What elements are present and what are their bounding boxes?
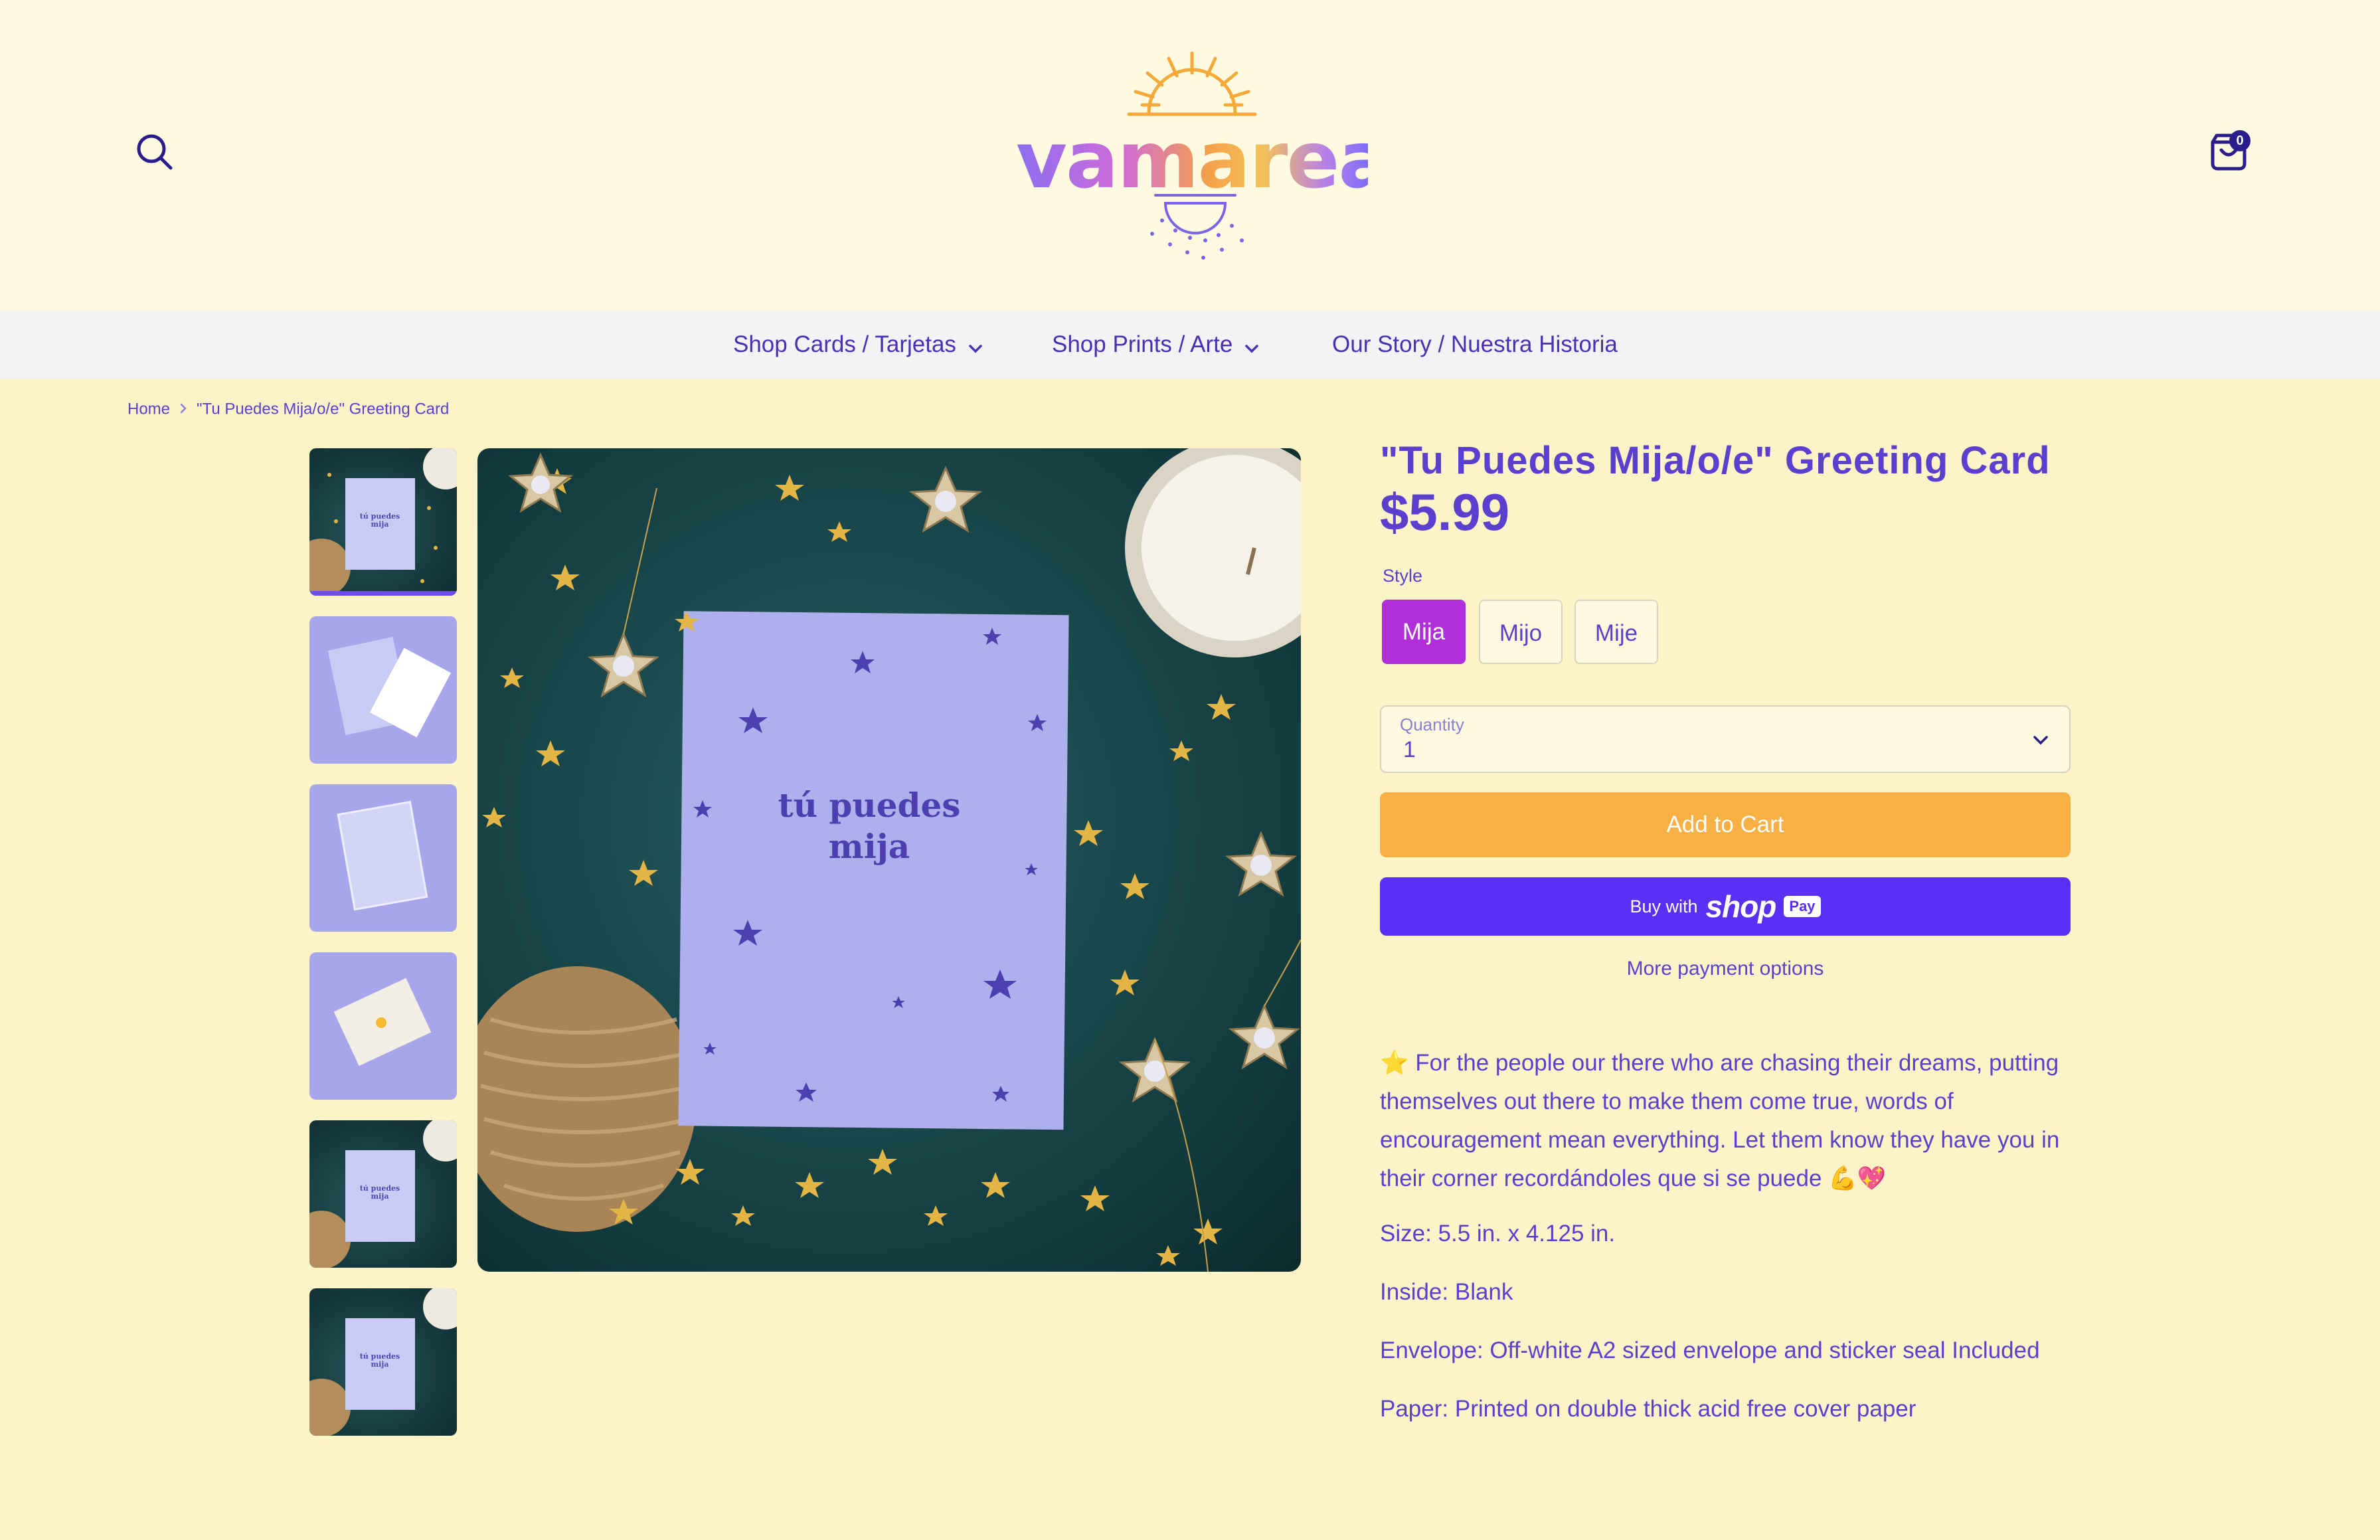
nav-item-shop-prints[interactable]: Shop Prints / Arte [1052, 311, 1259, 379]
card-in-sleeve-thumbnail [337, 800, 428, 911]
shop-logo: shop [1705, 889, 1777, 924]
thumbnail-3[interactable] [309, 784, 457, 932]
thumbnail-5[interactable]: tú puedes mija [309, 1120, 457, 1268]
chevron-down-icon [2033, 736, 2048, 745]
spec-size: Size: 5.5 in. x 4.125 in. [1380, 1221, 1616, 1246]
breadcrumb-current: "Tu Puedes Mija/o/e" Greeting Card [197, 400, 450, 418]
nav-item-label: Our Story / Nuestra Historia [1332, 331, 1618, 357]
shop-pay-button[interactable]: Buy with shop Pay [1380, 877, 2071, 936]
breadcrumb: Home "Tu Puedes Mija/o/e" Greeting Card [128, 400, 449, 419]
moon-icon [1150, 194, 1244, 260]
product-photo-thumbnail: tú puedes mija [309, 448, 457, 596]
svg-text:mija: mija [371, 520, 389, 529]
pay-badge: Pay [1784, 896, 1821, 917]
add-to-cart-button[interactable]: Add to Cart [1380, 792, 2071, 857]
search-icon [137, 134, 173, 170]
quantity-select[interactable]: Quantity 1 [1380, 705, 2071, 773]
product-photo: tú puedes mija [477, 448, 1301, 1272]
thumbnail-4[interactable] [309, 952, 457, 1100]
breadcrumb-home-link[interactable]: Home [128, 400, 170, 418]
main-navigation: Shop Cards / Tarjetas Shop Prints / Arte… [0, 311, 2380, 379]
search-button[interactable] [133, 130, 177, 174]
more-payment-options-link[interactable]: More payment options [1380, 958, 2071, 980]
product-price: $5.99 [1380, 483, 1510, 541]
style-option-mija[interactable]: Mija [1382, 600, 1466, 664]
spec-paper: Paper: Printed on double thick acid free… [1380, 1396, 1916, 1422]
quantity-value: 1 [1403, 737, 1416, 762]
cart-count-badge: 0 [2229, 130, 2251, 151]
card-text-line-1: tú puedes [778, 786, 961, 825]
product-photo-thumbnail: tú puedes mija [309, 1288, 457, 1436]
chevron-down-icon [1244, 312, 1259, 380]
card-and-envelope-thumbnail [327, 637, 452, 738]
thumbnail-2[interactable] [309, 616, 457, 764]
description-text: ⭐ For the people our there who are chasi… [1380, 1050, 2060, 1191]
chevron-down-icon [968, 312, 983, 380]
main-product-image[interactable]: tú puedes mija [477, 448, 1301, 1272]
nav-item-our-story[interactable]: Our Story / Nuestra Historia [1332, 311, 1618, 379]
style-option-mijo[interactable]: Mijo [1479, 600, 1563, 664]
brand-logo[interactable]: vamarea [1016, 46, 1391, 266]
spec-inside: Inside: Blank [1380, 1279, 1513, 1305]
brand-wordmark: vamarea [1016, 114, 1391, 206]
product-photo-thumbnail: tú puedes mija [309, 1120, 457, 1268]
nav-item-label: Shop Prints / Arte [1052, 331, 1233, 357]
style-label: Style [1383, 566, 1423, 586]
sun-icon [1127, 51, 1257, 116]
site-header: vamarea 0 [0, 0, 2380, 311]
product-description: ⭐ For the people our there who are chasi… [1380, 1044, 2071, 1198]
thumbnail-6[interactable]: tú puedes mija [309, 1288, 457, 1436]
envelope-thumbnail [333, 978, 432, 1067]
card-text-line-2: mija [829, 827, 910, 866]
thumbnail-1[interactable]: tú puedes mija [309, 448, 457, 596]
style-option-mije[interactable]: Mije [1574, 600, 1658, 664]
svg-text:mija: mija [371, 1360, 389, 1369]
selected-indicator [309, 591, 457, 596]
svg-text:mija: mija [371, 1192, 389, 1201]
quantity-label: Quantity [1400, 715, 1464, 734]
nav-item-label: Shop Cards / Tarjetas [733, 331, 956, 357]
product-title: "Tu Puedes Mija/o/e" Greeting Card [1380, 439, 2051, 482]
buy-with-label: Buy with [1630, 896, 1698, 916]
chevron-right-icon [179, 400, 187, 419]
spec-envelope: Envelope: Off-white A2 sized envelope an… [1380, 1337, 2040, 1363]
nav-item-shop-cards[interactable]: Shop Cards / Tarjetas [733, 311, 983, 379]
